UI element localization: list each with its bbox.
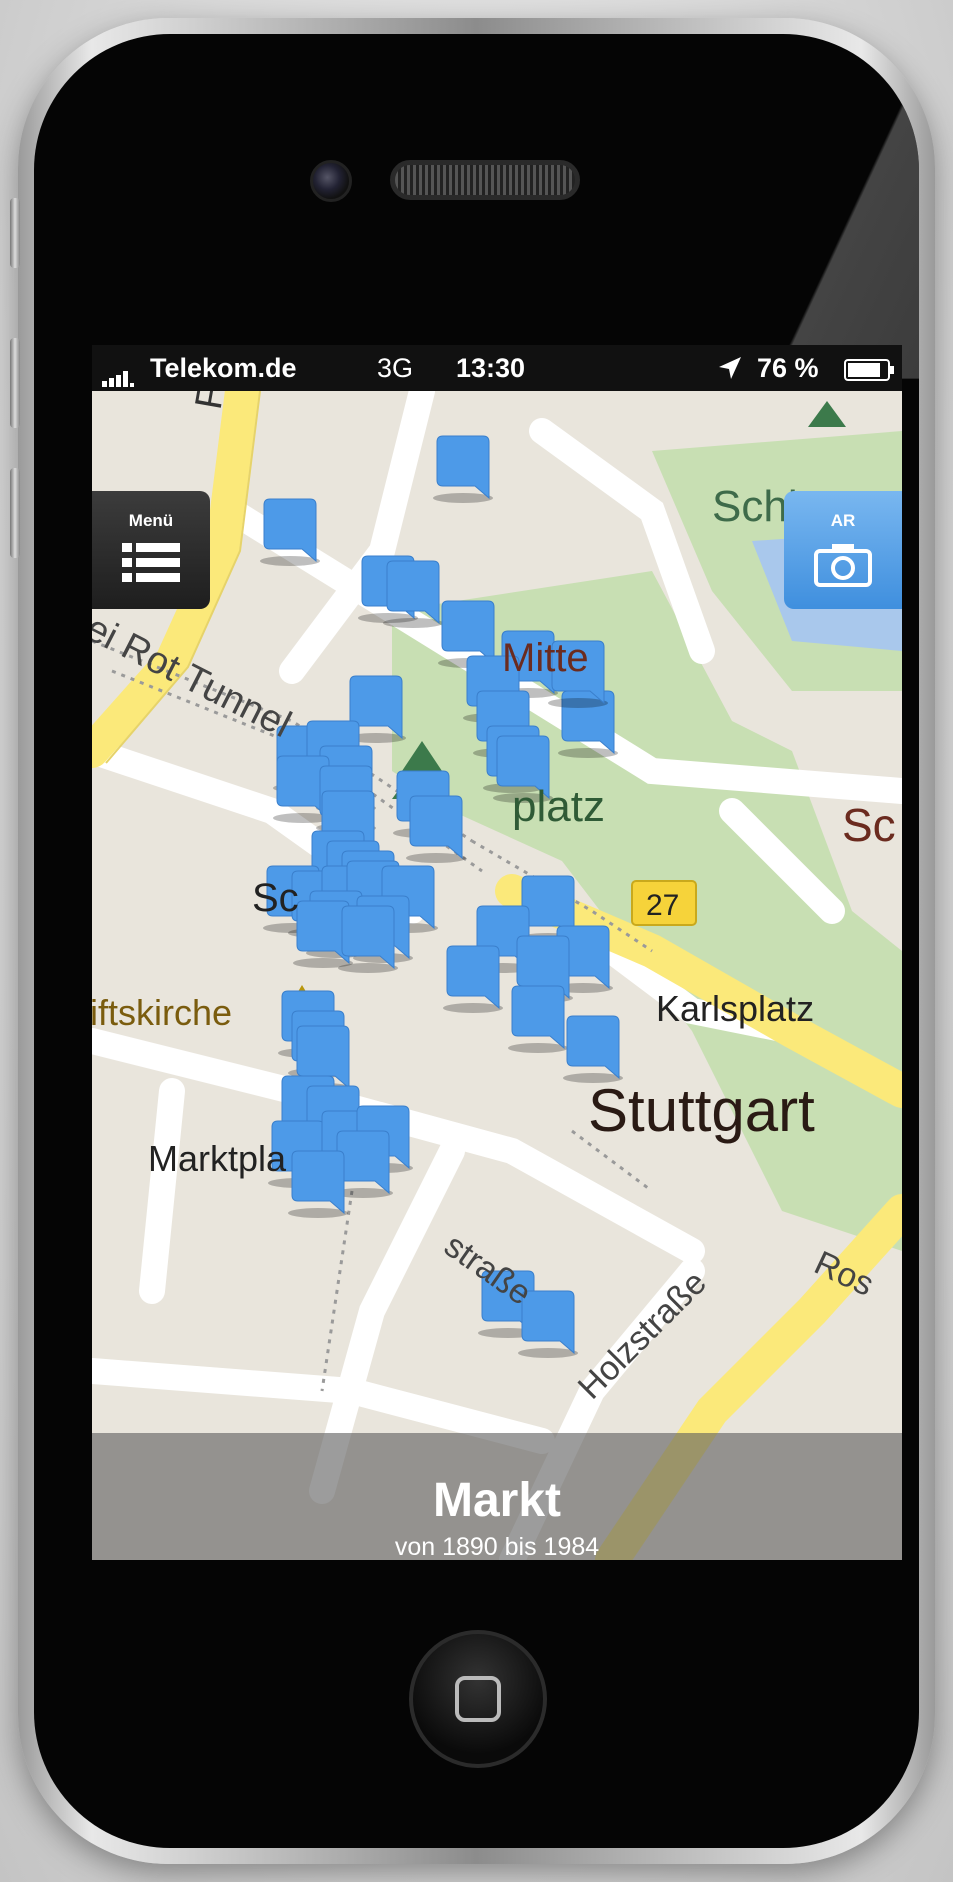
mute-switch	[10, 198, 20, 268]
map-label-sc-left: Sc	[252, 876, 299, 920]
map-label-sc-right: Sc	[842, 799, 896, 851]
network-type: 3G	[377, 353, 414, 383]
location-arrow-icon	[717, 355, 743, 388]
carrier-name: Telekom.de	[150, 353, 297, 383]
menu-button[interactable]: Menü	[92, 491, 210, 609]
home-button[interactable]	[409, 1630, 547, 1768]
map-label-city: Stuttgart	[588, 1077, 815, 1144]
earpiece-speaker	[390, 160, 580, 200]
ar-button-label: AR	[830, 511, 856, 530]
map-label-marktplatz: Marktpla	[148, 1138, 287, 1179]
selection-subtitle: von 1890 bis 1984	[394, 1533, 600, 1560]
map-label-stiftskirche: iftskirche	[92, 992, 232, 1033]
volume-up-button	[10, 338, 20, 428]
route-number: 27	[646, 889, 679, 922]
map-view[interactable]: Fri Schloss ei Rot Tunnel Mitte platz Sc…	[92, 361, 902, 1560]
list-icon	[122, 543, 180, 582]
camera-icon	[814, 544, 872, 587]
volume-down-button	[10, 468, 20, 558]
map-canvas: Fri Schloss ei Rot Tunnel Mitte platz Sc…	[92, 361, 902, 1560]
home-square-icon	[455, 1676, 501, 1722]
status-bar: Telekom.de 3G 13:30 76 %	[92, 345, 902, 391]
status-time: 13:30	[456, 353, 526, 383]
menu-button-label: Menü	[128, 511, 174, 530]
ar-camera-button[interactable]: AR	[784, 491, 902, 609]
phone-screen: Telekom.de 3G 13:30 76 % ei Rot Tunnel M…	[92, 345, 902, 1560]
battery-percent: 76 %	[757, 353, 819, 383]
map-label-mitte: Mitte	[502, 636, 589, 680]
front-camera	[310, 160, 352, 202]
map-label-platz: platz	[512, 782, 605, 831]
battery-icon	[844, 357, 896, 388]
selection-info-panel[interactable]: Markt von 1890 bis 1984	[92, 1433, 902, 1560]
signal-icon	[102, 363, 146, 394]
selection-title: Markt	[432, 1474, 562, 1527]
map-label-karlsplatz: Karlsplatz	[656, 988, 814, 1029]
